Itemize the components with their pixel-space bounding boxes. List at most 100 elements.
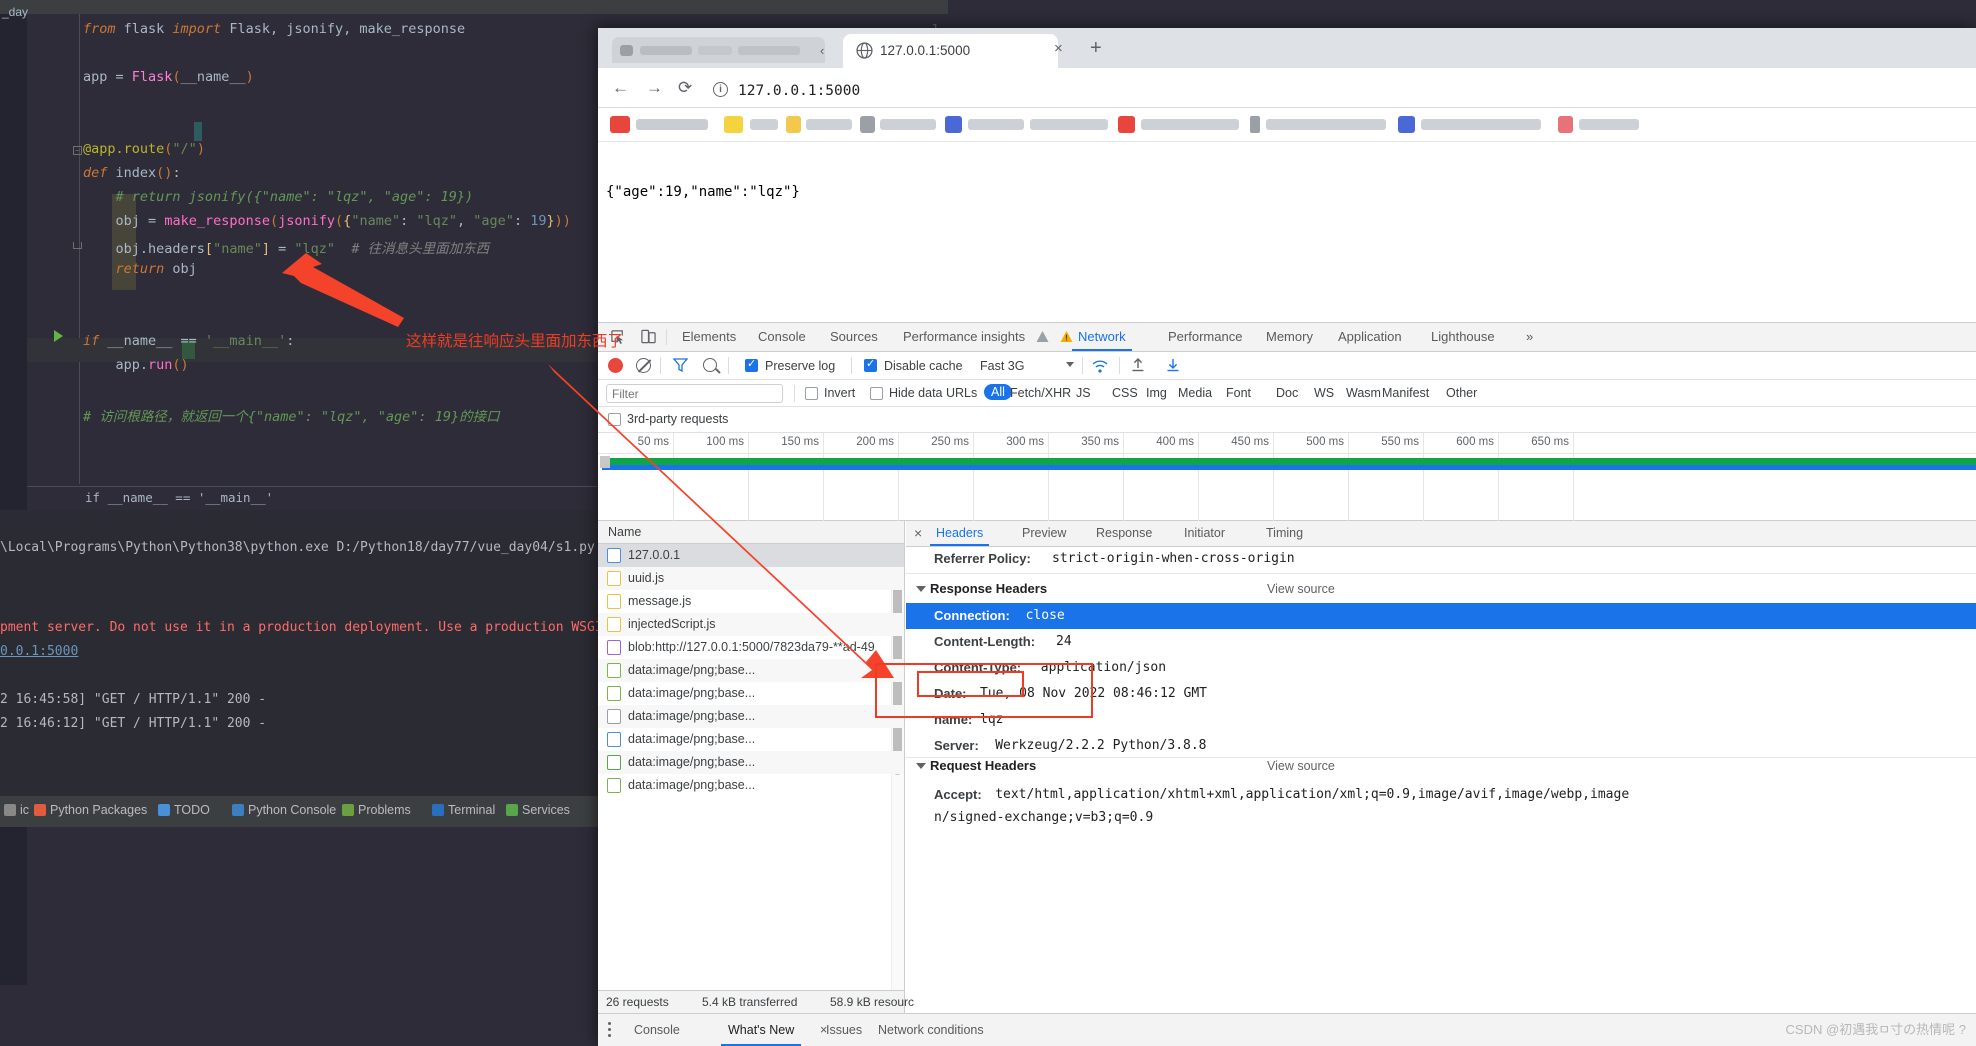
- request-list-header[interactable]: Name: [598, 521, 904, 544]
- filter-type-font[interactable]: Font: [1226, 386, 1251, 400]
- request-row[interactable]: data:image/png;base...: [598, 728, 904, 751]
- filter-type-doc[interactable]: Doc: [1276, 386, 1298, 400]
- disable-cache-label[interactable]: Disable cache: [884, 359, 963, 373]
- detail-tabbar[interactable]: × Headers Preview Response Initiator Timing: [906, 521, 1976, 547]
- filter-type-media[interactable]: Media: [1178, 386, 1212, 400]
- third-party-label[interactable]: 3rd-party requests: [627, 412, 728, 426]
- devtools-tab-performance-insights[interactable]: Performance insights: [903, 329, 1025, 344]
- search-icon[interactable]: [703, 358, 717, 372]
- code-line[interactable]: app = Flask(__name__): [83, 69, 254, 85]
- network-conditions-icon[interactable]: [1092, 360, 1108, 373]
- bookmarks-bar[interactable]: [598, 108, 1976, 142]
- site-info-icon[interactable]: i: [713, 82, 728, 97]
- invert-checkbox[interactable]: [805, 387, 818, 400]
- detail-tab-response[interactable]: Response: [1096, 526, 1152, 540]
- response-header-row[interactable]: Connection: close: [906, 603, 1976, 629]
- request-row[interactable]: blob:http://127.0.0.1:5000/7823da79-**ad…: [598, 636, 904, 659]
- code-line[interactable]: def index():: [83, 165, 181, 181]
- status-bar-item[interactable]: TODO: [158, 803, 210, 817]
- request-row[interactable]: data:image/png;base...: [598, 682, 904, 705]
- request-view-source-link[interactable]: View source: [1267, 759, 1335, 773]
- preserve-log-label[interactable]: Preserve log: [765, 359, 835, 373]
- background-tab[interactable]: [612, 37, 825, 63]
- export-har-icon[interactable]: [1166, 358, 1180, 373]
- forward-button[interactable]: →: [646, 79, 663, 97]
- address-bar[interactable]: 127.0.0.1:5000: [738, 83, 860, 99]
- filter-type-ws[interactable]: WS: [1314, 386, 1334, 400]
- status-bar-item[interactable]: Problems: [342, 803, 411, 817]
- reload-button[interactable]: ⟳: [678, 79, 692, 97]
- filter-type-img[interactable]: Img: [1146, 386, 1167, 400]
- detail-tab-initiator[interactable]: Initiator: [1184, 526, 1225, 540]
- code-line[interactable]: from flask import Flask, jsonify, make_r…: [83, 21, 465, 37]
- devtools-tab-application[interactable]: Application: [1338, 329, 1402, 344]
- request-row[interactable]: message.js: [598, 590, 904, 613]
- ide-editor-tabbar[interactable]: _day: [0, 0, 948, 19]
- chevron-down-icon[interactable]: [1066, 362, 1074, 367]
- filter-input[interactable]: [606, 384, 783, 403]
- status-bar-item[interactable]: Python Console: [232, 803, 336, 817]
- code-line[interactable]: return obj: [83, 261, 197, 277]
- more-options-icon[interactable]: [608, 1022, 611, 1037]
- back-button[interactable]: ←: [612, 79, 629, 97]
- throttle-select[interactable]: Fast 3G: [980, 359, 1024, 373]
- status-bar-item[interactable]: Services: [506, 803, 570, 817]
- devtools-tab-console[interactable]: Console: [758, 329, 806, 344]
- devtools-tab--[interactable]: »: [1526, 329, 1533, 344]
- filter-type-manifest[interactable]: Manifest: [1382, 386, 1429, 400]
- devtools-tab-elements[interactable]: Elements: [682, 329, 736, 344]
- code-line[interactable]: @app.route("/"): [83, 141, 205, 157]
- network-overview[interactable]: 50 ms 100 ms 150 ms 200 ms 250 ms 300 ms 350 m…: [598, 433, 1976, 521]
- code-line[interactable]: # 访问根路径，就返回一个{"name": "lqz", "age": 19}的…: [83, 405, 500, 425]
- response-view-source-link[interactable]: View source: [1267, 582, 1335, 596]
- hide-data-urls-label[interactable]: Hide data URLs: [889, 386, 977, 400]
- record-button-icon[interactable]: [608, 358, 623, 373]
- detail-tab-preview[interactable]: Preview: [1022, 526, 1066, 540]
- devtools-tab-lighthouse[interactable]: Lighthouse: [1431, 329, 1495, 344]
- close-detail-icon[interactable]: ×: [914, 526, 922, 540]
- code-line[interactable]: # return jsonify({"name": "lqz", "age": …: [83, 189, 474, 205]
- devtools-tab-performance[interactable]: Performance: [1168, 329, 1242, 344]
- collapse-request-headers-icon[interactable]: [916, 763, 926, 769]
- third-party-checkbox[interactable]: [608, 413, 621, 426]
- device-toolbar-icon[interactable]: [640, 329, 657, 345]
- response-header-row[interactable]: Content-Length: 24: [906, 629, 1976, 655]
- run-gutter-icon[interactable]: [54, 330, 63, 342]
- request-row[interactable]: data:image/png;base...: [598, 659, 904, 682]
- devtools-drawer[interactable]: Console What's New × Issues Network conditio…: [598, 1013, 1976, 1046]
- drawer-tab-issues[interactable]: Issues: [826, 1023, 862, 1037]
- request-row[interactable]: data:image/png;base...: [598, 705, 904, 728]
- request-list[interactable]: Name 127.0.0.1 uuid.js message.js injectedS…: [598, 521, 905, 990]
- hide-data-urls-checkbox[interactable]: [870, 387, 883, 400]
- response-header-row[interactable]: Server: Werkzeug/2.2.2 Python/3.8.8: [906, 733, 1976, 759]
- code-line[interactable]: if __name__ == '__main__':: [83, 333, 294, 349]
- tab-scroll-left-icon[interactable]: ‹: [820, 43, 824, 58]
- code-line[interactable]: obj.headers["name"] = "lqz" # 往消息头里面加东西: [83, 237, 490, 257]
- request-row[interactable]: data:image/png;base...: [598, 774, 904, 797]
- fold-arrow-icon[interactable]: –: [73, 146, 82, 155]
- request-header-row[interactable]: n/signed-exchange;v=b3;q=0.9: [906, 807, 1976, 830]
- filter-type-other[interactable]: Other: [1446, 386, 1477, 400]
- import-har-icon[interactable]: [1131, 358, 1145, 373]
- status-bar-item[interactable]: Terminal: [432, 803, 495, 817]
- ide-status-bar[interactable]: ic Python Packages TODO Python Console Probl…: [0, 795, 598, 827]
- filter-icon[interactable]: [673, 358, 688, 372]
- detail-tab-timing[interactable]: Timing: [1266, 526, 1303, 540]
- collapse-response-headers-icon[interactable]: [916, 586, 926, 592]
- filter-type-fetch-xhr[interactable]: Fetch/XHR: [1010, 386, 1071, 400]
- request-header-row[interactable]: Accept: text/html,application/xhtml+xml,a…: [906, 784, 1976, 807]
- code-line[interactable]: obj = make_response(jsonify({"name": "lq…: [83, 213, 571, 229]
- request-row[interactable]: data:image/png;base...: [598, 751, 904, 774]
- new-tab-button[interactable]: +: [1090, 38, 1102, 58]
- devtools-tab-network[interactable]: Network: [1072, 329, 1132, 351]
- devtools-tab-memory[interactable]: Memory: [1266, 329, 1313, 344]
- devtools-tab-sources[interactable]: Sources: [830, 329, 878, 344]
- network-toolbar[interactable]: Preserve log Disable cache Fast 3G: [598, 352, 1976, 380]
- network-thirdparty-bar[interactable]: 3rd-party requests: [598, 407, 1976, 433]
- filter-type-wasm[interactable]: Wasm: [1346, 386, 1381, 400]
- filter-type-css[interactable]: CSS: [1112, 386, 1138, 400]
- disable-cache-checkbox[interactable]: [864, 357, 877, 372]
- run-console-panel[interactable]: \Local\Programs\Python\Python38\python.e…: [0, 510, 657, 795]
- request-row[interactable]: uuid.js: [598, 567, 904, 590]
- code-line[interactable]: app.run(): [83, 357, 189, 373]
